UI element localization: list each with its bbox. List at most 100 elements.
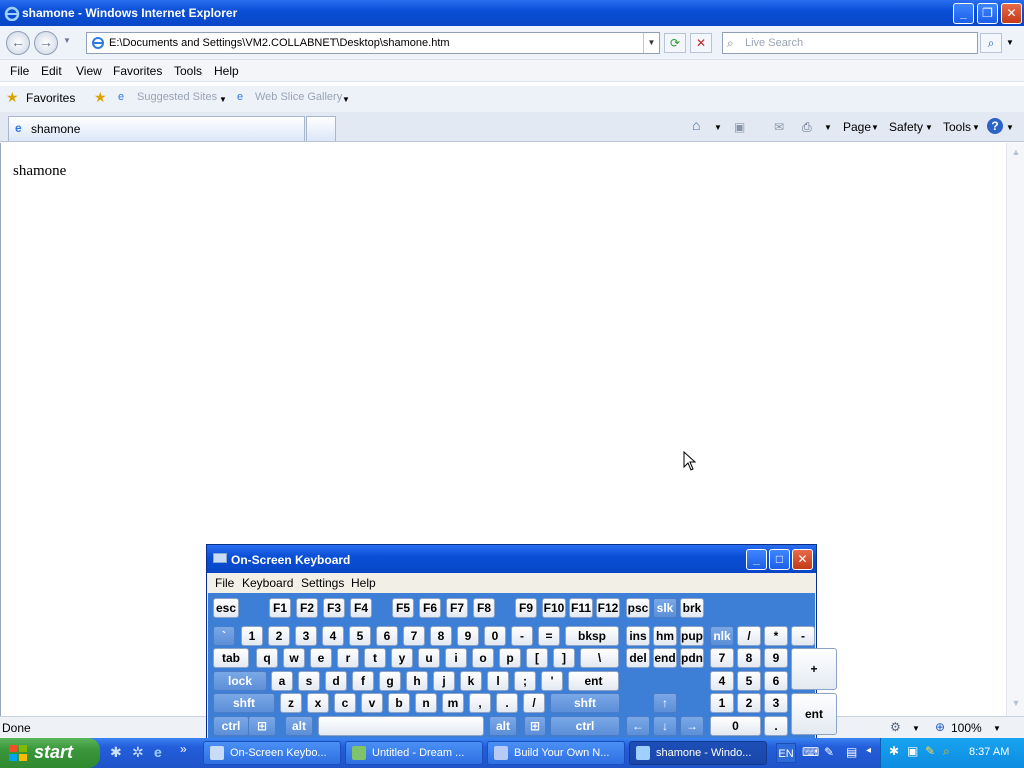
osk-key[interactable]: 0	[710, 716, 761, 736]
osk-key[interactable]: 6	[376, 626, 398, 646]
print-dropdown-icon[interactable]: ▼	[824, 123, 832, 132]
osk-key[interactable]: c	[334, 693, 356, 713]
new-tab-button[interactable]	[306, 116, 336, 141]
osk-key[interactable]: 7	[710, 648, 734, 668]
osk-key[interactable]: ent	[568, 671, 619, 691]
address-bar[interactable]: E:\Documents and Settings\VM2.COLLABNET\…	[86, 32, 660, 54]
osk-key[interactable]: nlk	[710, 626, 734, 646]
osk-key[interactable]: bksp	[565, 626, 619, 646]
osk-key[interactable]: pdn	[680, 648, 704, 668]
taskbar-button-ie[interactable]: shamone - Windo...	[629, 741, 767, 765]
osk-key[interactable]: ;	[514, 671, 536, 691]
close-button[interactable]: ✕	[1001, 3, 1022, 24]
ie-title-bar[interactable]: shamone - Windows Internet Explorer _ ❐ …	[0, 0, 1024, 26]
osk-key[interactable]: 7	[403, 626, 425, 646]
osk-key[interactable]: '	[541, 671, 563, 691]
osk-minimize-button[interactable]: _	[746, 549, 767, 570]
protected-mode-dropdown-icon[interactable]: ▼	[912, 724, 920, 733]
osk-key[interactable]: esc	[213, 598, 239, 618]
osk-key[interactable]: h	[406, 671, 428, 691]
osk-spacebar[interactable]	[318, 716, 484, 736]
suggested-sites-dropdown-icon[interactable]: ▼	[219, 95, 227, 104]
osk-key[interactable]: s	[298, 671, 320, 691]
osk-key[interactable]: y	[391, 648, 413, 668]
osk-menu-help[interactable]: Help	[351, 576, 376, 590]
osk-key[interactable]: brk	[680, 598, 704, 618]
osk-key[interactable]: ↓	[653, 716, 677, 736]
osk-key[interactable]: w	[283, 648, 305, 668]
osk-key[interactable]: r	[337, 648, 359, 668]
pen-tray-icon[interactable]: ✎	[824, 745, 834, 759]
osk-key[interactable]: p	[499, 648, 521, 668]
vertical-scrollbar[interactable]: ▲ ▼	[1006, 143, 1024, 716]
taskbar-button-build[interactable]: Build Your Own N...	[487, 741, 625, 765]
quick-launch-app-icon[interactable]: ✱	[110, 744, 122, 761]
osk-key[interactable]: =	[538, 626, 560, 646]
osk-key[interactable]: z	[280, 693, 302, 713]
address-dropdown-icon[interactable]: ▼	[643, 33, 659, 53]
osk-key[interactable]: f	[352, 671, 374, 691]
osk-key[interactable]: o	[472, 648, 494, 668]
osk-key[interactable]: /	[523, 693, 545, 713]
osk-key[interactable]: 2	[268, 626, 290, 646]
osk-key[interactable]: k	[460, 671, 482, 691]
osk-key[interactable]: F11	[569, 598, 593, 618]
zoom-dropdown-icon[interactable]: ▼	[993, 724, 1001, 733]
osk-key[interactable]: F9	[515, 598, 537, 618]
osk-key[interactable]: 0	[484, 626, 506, 646]
osk-key[interactable]: F6	[419, 598, 441, 618]
osk-key[interactable]: 3	[295, 626, 317, 646]
scroll-up-icon[interactable]: ▲	[1009, 147, 1023, 161]
osk-key[interactable]: i	[445, 648, 467, 668]
osk-key[interactable]: alt	[489, 716, 517, 736]
osk-key[interactable]: ↑	[653, 693, 677, 713]
osk-key[interactable]: ,	[469, 693, 491, 713]
suggested-sites-link[interactable]: Suggested Sites	[137, 91, 217, 103]
osk-title-bar[interactable]: On-Screen Keyboard _ □ ✕	[207, 545, 816, 573]
osk-key[interactable]: 2	[737, 693, 761, 713]
tools-menu[interactable]: Tools	[943, 120, 971, 134]
tab-shamone[interactable]: e shamone	[8, 116, 305, 141]
osk-key[interactable]: F10	[542, 598, 566, 618]
display-tray-icon[interactable]: ▣	[907, 744, 918, 758]
favorites-button[interactable]: Favorites	[26, 91, 75, 105]
osk-key[interactable]: →	[680, 716, 704, 736]
osk-key[interactable]: F3	[323, 598, 345, 618]
zoom-level[interactable]: 100%	[951, 721, 982, 735]
osk-key[interactable]: a	[271, 671, 293, 691]
osk-key[interactable]: -	[511, 626, 533, 646]
osk-key[interactable]: u	[418, 648, 440, 668]
back-button[interactable]: ←	[6, 31, 30, 55]
input-tray-icon[interactable]: ▤	[846, 745, 857, 759]
osk-key[interactable]: ]	[553, 648, 575, 668]
osk-key[interactable]: slk	[653, 598, 677, 618]
osk-key[interactable]: 6	[764, 671, 788, 691]
osk-key[interactable]: 5	[349, 626, 371, 646]
osk-windows-key-right-icon[interactable]: ⊞	[524, 716, 546, 736]
security-tray-icon[interactable]: ✎	[925, 744, 935, 758]
osk-key[interactable]: n	[415, 693, 437, 713]
osk-key[interactable]: b	[388, 693, 410, 713]
menu-view[interactable]: View	[76, 64, 102, 78]
menu-help[interactable]: Help	[214, 64, 239, 78]
osk-key[interactable]: end	[653, 648, 677, 668]
taskbar-button-dreamweaver[interactable]: Untitled - Dream ...	[345, 741, 483, 765]
network-tray-icon[interactable]: ✱	[889, 744, 899, 758]
web-slice-dropdown-icon[interactable]: ▼	[342, 95, 350, 104]
osk-key[interactable]: 4	[710, 671, 734, 691]
page-menu[interactable]: Page	[843, 120, 871, 134]
osk-key[interactable]: 5	[737, 671, 761, 691]
osk-key[interactable]: 4	[322, 626, 344, 646]
osk-key[interactable]: F8	[473, 598, 495, 618]
osk-key[interactable]: ctrl	[550, 716, 620, 736]
stop-button[interactable]: ✕	[690, 33, 712, 53]
osk-key[interactable]: ←	[626, 716, 650, 736]
osk-key[interactable]: del	[626, 648, 650, 668]
osk-key[interactable]: .	[764, 716, 788, 736]
menu-file[interactable]: File	[10, 64, 29, 78]
tray-options-icon[interactable]: ◂	[866, 745, 871, 756]
osk-key[interactable]: *	[764, 626, 788, 646]
feeds-icon[interactable]: ▣	[734, 120, 745, 134]
quick-launch-ie-icon[interactable]: e	[154, 744, 162, 760]
osk-key[interactable]: shft	[550, 693, 620, 713]
